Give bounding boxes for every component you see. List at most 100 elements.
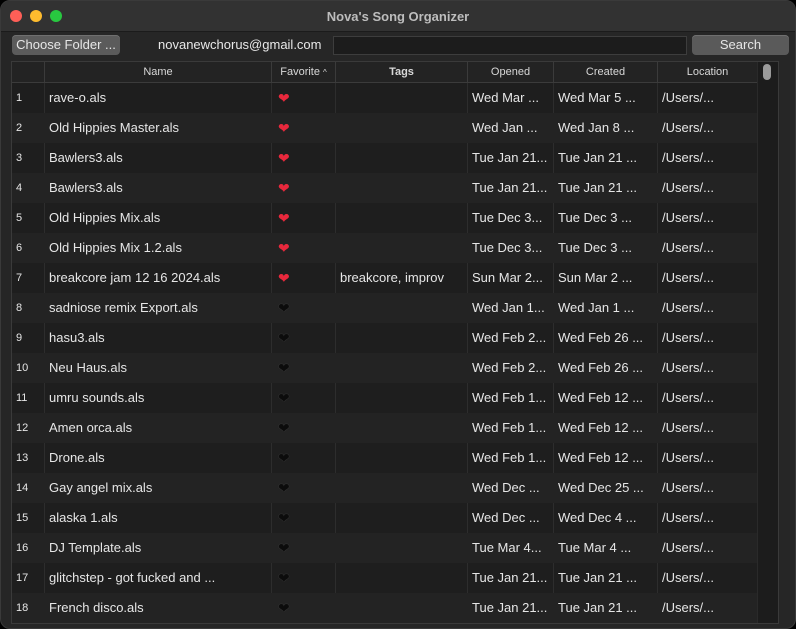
table-row[interactable]: 7 breakcore jam 12 16 2024.als ❤ breakco…: [12, 263, 778, 293]
row-number: 16: [16, 542, 29, 554]
tags-cell: [340, 353, 466, 383]
header-opened[interactable]: Opened: [467, 62, 553, 82]
opened-date: Sun Mar 2...: [472, 270, 543, 285]
table-row[interactable]: 15 alaska 1.als ❤ Wed Dec ... Wed Dec 4 …: [12, 503, 778, 533]
favorite-cell[interactable]: ❤: [278, 383, 334, 413]
red-heart-icon[interactable]: ❤: [278, 173, 290, 203]
search-button[interactable]: Search: [692, 35, 789, 55]
row-number: 1: [16, 92, 23, 104]
red-heart-icon[interactable]: ❤: [278, 143, 290, 173]
black-heart-icon[interactable]: ❤: [278, 443, 290, 473]
favorite-cell[interactable]: ❤: [278, 413, 334, 443]
tags-cell: [340, 293, 466, 323]
row-number: 8: [16, 302, 23, 314]
black-heart-icon[interactable]: ❤: [278, 503, 290, 533]
favorite-cell[interactable]: ❤: [278, 293, 334, 323]
header-tags[interactable]: Tags: [335, 62, 467, 82]
header-location[interactable]: Location: [657, 62, 757, 82]
row-number: 10: [16, 362, 29, 374]
table-row[interactable]: 10 Neu Haus.als ❤ Wed Feb 2... Wed Feb 2…: [12, 353, 778, 383]
favorite-cell[interactable]: ❤: [278, 263, 334, 293]
favorite-cell[interactable]: ❤: [278, 323, 334, 353]
opened-date: Wed Feb 1...: [472, 420, 547, 435]
created-date: Wed Dec 4 ...: [558, 510, 637, 525]
black-heart-icon[interactable]: ❤: [278, 293, 290, 323]
table-row[interactable]: 18 French disco.als ❤ Tue Jan 21... Tue …: [12, 593, 778, 623]
black-heart-icon[interactable]: ❤: [278, 323, 290, 353]
search-input[interactable]: [333, 36, 687, 55]
table-row[interactable]: 2 Old Hippies Master.als ❤ Wed Jan ... W…: [12, 113, 778, 143]
favorite-cell[interactable]: ❤: [278, 353, 334, 383]
favorite-cell[interactable]: ❤: [278, 203, 334, 233]
table-row[interactable]: 4 Bawlers3.als ❤ Tue Jan 21... Tue Jan 2…: [12, 173, 778, 203]
favorite-cell[interactable]: ❤: [278, 593, 334, 623]
opened-date: Wed Jan 1...: [472, 300, 545, 315]
favorite-cell[interactable]: ❤: [278, 83, 334, 113]
header-name[interactable]: Name: [44, 62, 271, 82]
tags-cell: [340, 323, 466, 353]
table-row[interactable]: 9 hasu3.als ❤ Wed Feb 2... Wed Feb 26 ..…: [12, 323, 778, 353]
song-name: glitchstep - got fucked and ...: [49, 570, 216, 585]
opened-date: Wed Feb 1...: [472, 450, 547, 465]
red-heart-icon[interactable]: ❤: [278, 233, 290, 263]
table-row[interactable]: 6 Old Hippies Mix 1.2.als ❤ Tue Dec 3...…: [12, 233, 778, 263]
opened-date: Tue Jan 21...: [472, 570, 548, 585]
table-row[interactable]: 3 Bawlers3.als ❤ Tue Jan 21... Tue Jan 2…: [12, 143, 778, 173]
favorite-cell[interactable]: ❤: [278, 503, 334, 533]
table-row[interactable]: 12 Amen orca.als ❤ Wed Feb 1... Wed Feb …: [12, 413, 778, 443]
created-date: Wed Feb 12 ...: [558, 390, 644, 405]
tags-cell: [340, 383, 466, 413]
black-heart-icon[interactable]: ❤: [278, 563, 290, 593]
black-heart-icon[interactable]: ❤: [278, 353, 290, 383]
table-row[interactable]: 1 rave-o.als ❤ Wed Mar ... Wed Mar 5 ...…: [12, 83, 778, 113]
opened-date: Tue Dec 3...: [472, 210, 543, 225]
black-heart-icon[interactable]: ❤: [278, 473, 290, 503]
sort-ascending-icon: ^: [322, 68, 327, 77]
red-heart-icon[interactable]: ❤: [278, 113, 290, 143]
favorite-cell[interactable]: ❤: [278, 563, 334, 593]
location-path: /Users/...: [662, 300, 715, 315]
table-row[interactable]: 11 umru sounds.als ❤ Wed Feb 1... Wed Fe…: [12, 383, 778, 413]
red-heart-icon[interactable]: ❤: [278, 203, 290, 233]
tags-cell: [340, 563, 466, 593]
tags-cell: [340, 443, 466, 473]
tags-cell: [340, 533, 466, 563]
created-date: Tue Jan 21 ...: [558, 150, 638, 165]
song-name: Old Hippies Mix.als: [49, 210, 161, 225]
created-date: Wed Feb 12 ...: [558, 450, 644, 465]
black-heart-icon[interactable]: ❤: [278, 533, 290, 563]
favorite-cell[interactable]: ❤: [278, 473, 334, 503]
favorite-cell[interactable]: ❤: [278, 143, 334, 173]
table-row[interactable]: 17 glitchstep - got fucked and ... ❤ Tue…: [12, 563, 778, 593]
black-heart-icon[interactable]: ❤: [278, 593, 290, 623]
favorite-cell[interactable]: ❤: [278, 443, 334, 473]
vertical-scrollbar[interactable]: [757, 62, 778, 623]
opened-date: Wed Feb 2...: [472, 330, 547, 345]
choose-folder-button[interactable]: Choose Folder ...: [12, 35, 120, 55]
scrollbar-thumb[interactable]: [763, 64, 771, 80]
favorite-cell[interactable]: ❤: [278, 173, 334, 203]
song-name: Bawlers3.als: [49, 150, 123, 165]
favorite-cell[interactable]: ❤: [278, 113, 334, 143]
row-number: 5: [16, 212, 23, 224]
favorite-cell[interactable]: ❤: [278, 233, 334, 263]
table-row[interactable]: 8 sadniose remix Export.als ❤ Wed Jan 1.…: [12, 293, 778, 323]
created-date: Wed Jan 1 ...: [558, 300, 635, 315]
table-row[interactable]: 16 DJ Template.als ❤ Tue Mar 4... Tue Ma…: [12, 533, 778, 563]
app-window: Nova's Song Organizer Choose Folder ... …: [0, 0, 796, 629]
favorite-cell[interactable]: ❤: [278, 533, 334, 563]
table-row[interactable]: 14 Gay angel mix.als ❤ Wed Dec ... Wed D…: [12, 473, 778, 503]
location-path: /Users/...: [662, 210, 715, 225]
header-favorite[interactable]: Favorite ^: [271, 62, 335, 82]
header-created[interactable]: Created: [553, 62, 657, 82]
red-heart-icon[interactable]: ❤: [278, 263, 290, 293]
location-path: /Users/...: [662, 150, 715, 165]
red-heart-icon[interactable]: ❤: [278, 83, 290, 113]
black-heart-icon[interactable]: ❤: [278, 383, 290, 413]
table-row[interactable]: 13 Drone.als ❤ Wed Feb 1... Wed Feb 12 .…: [12, 443, 778, 473]
table-row[interactable]: 5 Old Hippies Mix.als ❤ Tue Dec 3... Tue…: [12, 203, 778, 233]
black-heart-icon[interactable]: ❤: [278, 413, 290, 443]
row-number: 6: [16, 242, 23, 254]
header-opened-label: Opened: [490, 66, 531, 78]
location-path: /Users/...: [662, 390, 715, 405]
